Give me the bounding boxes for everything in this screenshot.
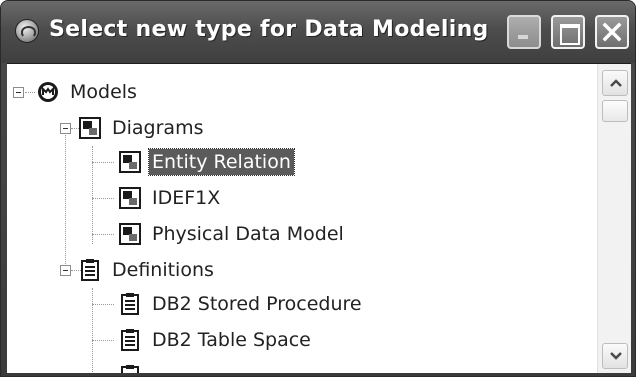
- collapse-icon[interactable]: [60, 123, 71, 134]
- tree-line: [92, 146, 93, 244]
- tree-item-db2-table-space[interactable]: DB2 Table Space: [119, 322, 314, 358]
- definition-icon: [119, 293, 141, 315]
- chevron-up-icon: [610, 79, 622, 87]
- diagram-folder-icon: [79, 117, 101, 139]
- scroll-thumb[interactable]: [602, 100, 628, 122]
- tree-line: [92, 340, 114, 341]
- diagram-icon: [119, 223, 141, 245]
- type-tree[interactable]: Models Diagrams Entity Relation IDEF1X P…: [7, 64, 597, 373]
- chevron-down-icon: [610, 352, 622, 360]
- scroll-down-button[interactable]: [602, 343, 628, 369]
- minimize-button[interactable]: [507, 15, 541, 49]
- close-icon: [602, 22, 622, 42]
- tree-item-entity-relation[interactable]: Entity Relation: [119, 144, 295, 180]
- tree-item-label: IDEF1X: [152, 187, 221, 209]
- minimize-icon: [518, 35, 528, 39]
- tree-line: [65, 132, 66, 272]
- dialog-content: Models Diagrams Entity Relation IDEF1X P…: [7, 63, 631, 373]
- tree-item-label: Definitions: [112, 259, 214, 281]
- tree-item-label: Entity Relation: [148, 148, 295, 176]
- collapse-icon[interactable]: [13, 87, 24, 98]
- title-bar[interactable]: Select new type for Data Modeling: [1, 1, 635, 63]
- tree-item-label: Models: [70, 81, 137, 103]
- models-icon: [37, 81, 59, 103]
- window-title: Select new type for Data Modeling: [49, 17, 489, 42]
- tree-line: [92, 304, 114, 305]
- tree-item-idef1x[interactable]: IDEF1X: [119, 180, 223, 216]
- tree-item-partial[interactable]: [119, 358, 149, 373]
- definition-icon: [119, 365, 141, 373]
- tree-item-db2-stored-procedure[interactable]: DB2 Stored Procedure: [119, 286, 365, 322]
- dialog-window: Select new type for Data Modeling Models…: [0, 0, 636, 377]
- tree-item-label: Diagrams: [112, 117, 204, 139]
- maximize-button[interactable]: [551, 15, 585, 49]
- tree-item-models[interactable]: Models: [37, 74, 140, 110]
- collapse-icon[interactable]: [60, 265, 71, 276]
- tree-item-label: Physical Data Model: [152, 223, 344, 245]
- diagram-icon: [119, 151, 141, 173]
- maximize-icon: [560, 24, 580, 45]
- tree-item-label: DB2 Stored Procedure: [152, 293, 362, 315]
- definition-icon: [119, 329, 141, 351]
- diagram-icon: [119, 187, 141, 209]
- definition-folder-icon: [79, 259, 101, 281]
- vertical-scrollbar[interactable]: [597, 64, 631, 373]
- tree-item-diagrams[interactable]: Diagrams: [79, 110, 206, 146]
- tree-line: [25, 92, 35, 93]
- tree-item-label: DB2 Table Space: [152, 329, 311, 351]
- tree-line: [92, 162, 114, 163]
- tree-item-definitions[interactable]: Definitions: [79, 252, 217, 288]
- scroll-up-button[interactable]: [602, 70, 628, 96]
- tree-line: [92, 234, 114, 235]
- tree-line: [92, 198, 114, 199]
- tree-line: [92, 288, 93, 373]
- tree-item-physical-data-model[interactable]: Physical Data Model: [119, 216, 347, 252]
- close-button[interactable]: [595, 15, 629, 49]
- data-modeling-app-icon: [15, 19, 39, 43]
